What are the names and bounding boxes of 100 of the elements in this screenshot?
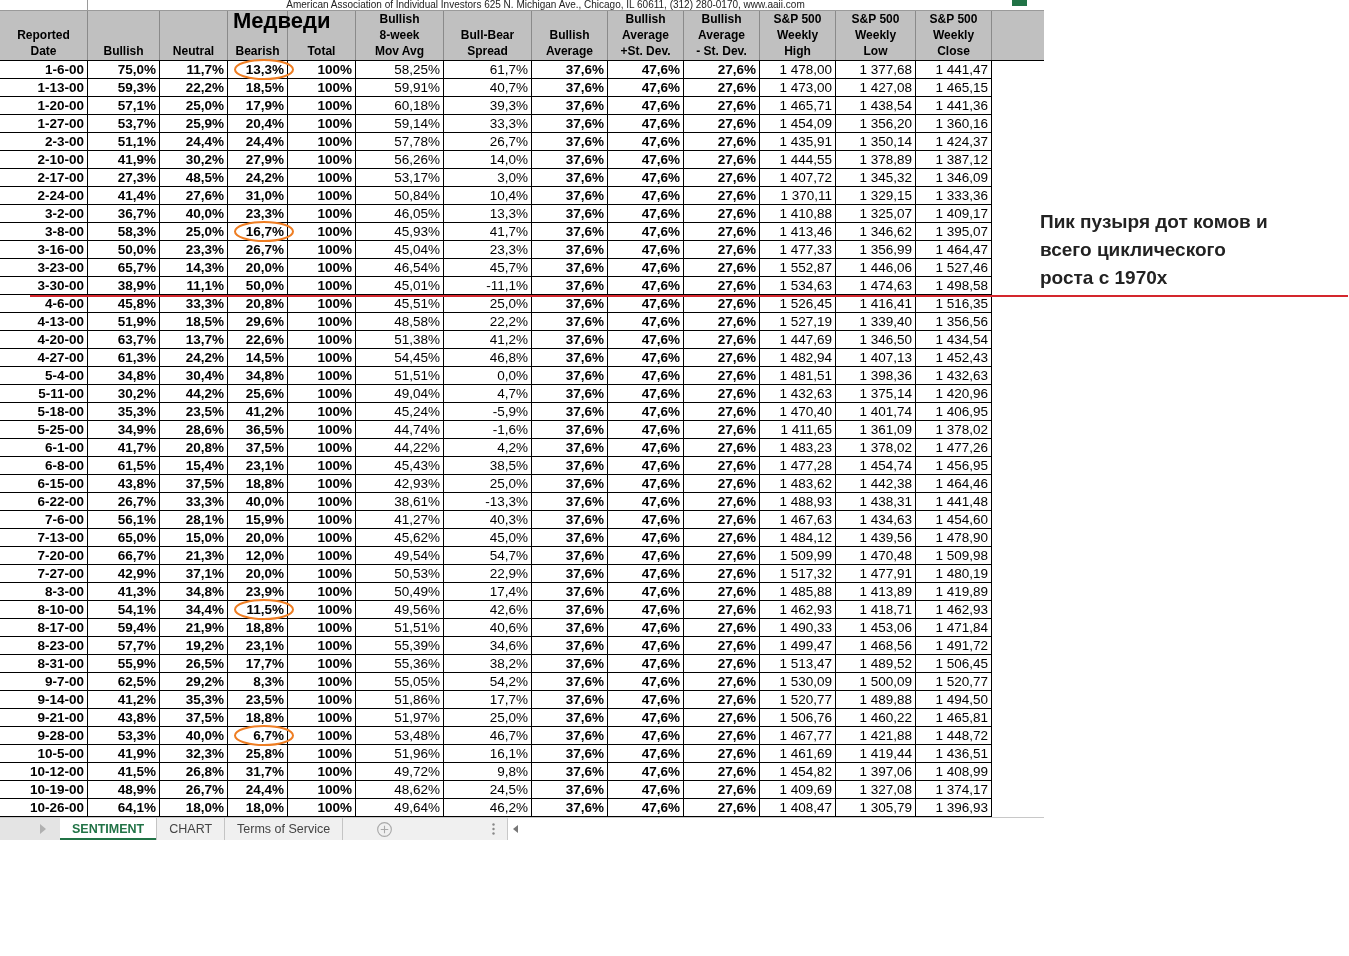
caret-left-icon[interactable] xyxy=(513,825,519,833)
percent-value: 47,6% xyxy=(641,242,680,257)
date-text: 6-22-00 xyxy=(37,494,84,509)
percent-value: 46,8% xyxy=(489,350,528,365)
price-value: 1 361,09 xyxy=(859,422,912,437)
percent-value: 11,5% xyxy=(246,602,284,617)
percent-value: 36,7% xyxy=(117,206,156,221)
percent-value: 47,6% xyxy=(641,764,680,779)
price-value: 1 506,45 xyxy=(935,656,988,671)
percent-value: 37,6% xyxy=(565,170,604,185)
percent-value: 45,43% xyxy=(394,458,440,473)
percent-value: 37,6% xyxy=(565,188,604,203)
percent-value: 37,6% xyxy=(565,296,604,311)
price-value: 1 520,77 xyxy=(935,674,988,689)
percent-value: 22,6% xyxy=(245,332,284,347)
percent-value: 24,4% xyxy=(185,134,224,149)
percent-value: 25,9% xyxy=(185,116,224,131)
date-text: 6-15-00 xyxy=(37,476,84,491)
percent-value: 47,6% xyxy=(641,80,680,95)
caret-right-icon[interactable] xyxy=(40,824,46,834)
percent-value: 47,6% xyxy=(641,296,680,311)
plus-icon[interactable] xyxy=(377,821,393,837)
percent-value: 4,2% xyxy=(497,440,528,455)
percent-value: 40,6% xyxy=(489,620,528,635)
price-value: 1 516,35 xyxy=(935,296,988,311)
percent-value: 100% xyxy=(317,62,352,77)
percent-value: 58,3% xyxy=(117,224,156,239)
price-value: 1 468,56 xyxy=(859,638,912,653)
percent-value: 47,6% xyxy=(641,404,680,419)
percent-value: 51,38% xyxy=(394,332,440,347)
percent-value: 59,14% xyxy=(394,116,440,131)
price-value: 1 377,68 xyxy=(859,62,912,77)
percent-value: 41,9% xyxy=(117,152,156,167)
price-value: 1 446,06 xyxy=(859,260,912,275)
percent-value: 23,3% xyxy=(185,242,224,257)
date-text: 3-30-00 xyxy=(37,278,84,293)
percent-value: 10,4% xyxy=(489,188,528,203)
percent-value: 47,6% xyxy=(641,62,680,77)
price-value: 1 413,89 xyxy=(859,584,912,599)
sheet-tab[interactable]: CHART xyxy=(157,818,226,840)
percent-value: 15,0% xyxy=(185,530,224,545)
price-value: 1 456,95 xyxy=(935,458,988,473)
price-value: 1 398,36 xyxy=(859,368,912,383)
percent-value: 24,2% xyxy=(245,170,284,185)
price-value: 1 509,98 xyxy=(935,548,988,563)
date-text: 4-20-00 xyxy=(37,332,84,347)
price-value: 1 452,43 xyxy=(935,350,988,365)
percent-value: 47,6% xyxy=(641,440,680,455)
price-value: 1 517,32 xyxy=(779,566,832,581)
percent-value: 27,6% xyxy=(717,476,756,491)
percent-value: 100% xyxy=(317,314,352,329)
price-value: 1 462,93 xyxy=(779,602,832,617)
percent-value: 54,45% xyxy=(394,350,440,365)
price-value: 1 345,32 xyxy=(859,170,912,185)
percent-value: 25,8% xyxy=(245,746,284,761)
price-value: 1 339,40 xyxy=(859,314,912,329)
percent-value: 63,7% xyxy=(117,332,156,347)
percent-value: 46,7% xyxy=(489,728,528,743)
sheet-tab[interactable]: Terms of Service xyxy=(225,818,344,840)
price-value: 1 350,14 xyxy=(859,134,912,149)
percent-value: 50,49% xyxy=(394,584,440,599)
price-value: 1 477,28 xyxy=(779,458,832,473)
price-value: 1 527,19 xyxy=(779,314,832,329)
price-value: 1 453,06 xyxy=(859,620,912,635)
percent-value: 27,6% xyxy=(717,746,756,761)
date-text: 2-17-00 xyxy=(37,170,84,185)
price-value: 1 418,71 xyxy=(859,602,912,617)
percent-value: 47,6% xyxy=(641,620,680,635)
percent-value: 100% xyxy=(317,548,352,563)
percent-value: 47,6% xyxy=(641,224,680,239)
annotation-text: Медведи xyxy=(233,9,331,33)
percent-value: 47,6% xyxy=(641,422,680,437)
percent-value: 61,5% xyxy=(117,458,156,473)
sheet-tab[interactable]: SENTIMENT xyxy=(60,818,158,840)
percent-value: 37,6% xyxy=(565,80,604,95)
price-value: 1 499,47 xyxy=(779,638,832,653)
percent-value: 29,6% xyxy=(245,314,284,329)
percent-value: 37,6% xyxy=(565,656,604,671)
percent-value: 18,5% xyxy=(185,314,224,329)
percent-value: 57,1% xyxy=(117,98,156,113)
percent-value: 27,6% xyxy=(717,170,756,185)
price-value: 1 378,02 xyxy=(935,422,988,437)
date-text: 6-8-00 xyxy=(44,458,84,473)
date-text: 2-10-00 xyxy=(37,152,84,167)
percent-value: 27,6% xyxy=(717,782,756,797)
price-value: 1 447,69 xyxy=(779,332,832,347)
price-value: 1 481,51 xyxy=(779,368,832,383)
percent-value: 27,6% xyxy=(717,314,756,329)
percent-value: 47,6% xyxy=(641,710,680,725)
price-value: 1 489,88 xyxy=(859,692,912,707)
percent-value: 48,62% xyxy=(394,782,440,797)
price-value: 1 378,89 xyxy=(859,152,912,167)
percent-value: 47,6% xyxy=(641,548,680,563)
percent-value: 61,3% xyxy=(117,350,156,365)
percent-value: 51,9% xyxy=(117,314,156,329)
percent-value: 41,2% xyxy=(489,332,528,347)
percent-value: 50,0% xyxy=(245,278,284,293)
dots-icon[interactable] xyxy=(492,823,496,835)
price-value: 1 464,46 xyxy=(935,476,988,491)
percent-value: 45,04% xyxy=(394,242,440,257)
